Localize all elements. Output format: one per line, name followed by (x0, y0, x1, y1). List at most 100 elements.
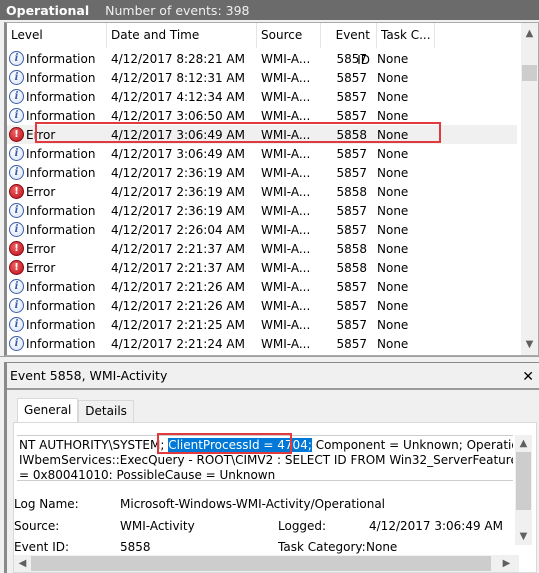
list-vertical-scrollbar[interactable]: ▲ ▼ (521, 23, 538, 355)
table-row[interactable]: i Information 4/12/2017 8:28:21 AM WMI-A...… (7, 49, 517, 68)
description-scrollbar[interactable]: ▲ ▼ (515, 435, 532, 545)
event-count: Number of events: 398 (105, 2, 250, 18)
column-header-task[interactable]: Task C... (377, 23, 435, 48)
table-row[interactable]: i Information 4/12/2017 2:21:26 AM WMI-A...… (7, 296, 517, 315)
event-description[interactable]: NT AUTHORITY\SYSTEM; ClientProcessId = 4… (17, 435, 513, 481)
events-list[interactable]: Level Date and Time Source Event ID Task… (4, 22, 539, 356)
column-header-level[interactable]: Level (7, 23, 107, 48)
close-icon[interactable]: ✕ (522, 369, 534, 385)
info-icon: i (9, 146, 24, 161)
error-icon: ! (9, 127, 24, 142)
desc-scroll-thumb[interactable] (516, 452, 531, 510)
desc-line3: = 0x80041010: PossibleCause = Unknown (19, 468, 276, 481)
error-icon: ! (9, 260, 24, 275)
task-cell: None (377, 146, 409, 161)
table-row[interactable]: ! Error 4/12/2017 2:21:37 AM WMI-A... 5858 No… (7, 258, 517, 277)
desc-selected-text[interactable]: ClientProcessId = 4704; (168, 438, 312, 452)
source-value: WMI-Activity (120, 519, 195, 533)
table-row[interactable]: ! Error 4/12/2017 2:36:19 AM WMI-A... 5858 No… (7, 182, 517, 201)
table-row[interactable]: i Information 4/12/2017 2:21:24 AM WMI-A...… (7, 334, 517, 353)
date-cell: 4/12/2017 3:06:50 AM (111, 108, 245, 123)
level-text: Information (26, 203, 96, 218)
level-text: Information (26, 336, 96, 351)
info-icon: i (9, 51, 24, 66)
date-cell: 4/12/2017 2:21:25 AM (111, 317, 245, 332)
table-row[interactable]: ! Error 4/12/2017 2:21:37 AM WMI-A... 5858 No… (7, 239, 517, 258)
level-text: Information (26, 70, 96, 85)
level-text: Information (26, 222, 96, 237)
scroll-left-arrow-icon[interactable]: ◀ (14, 555, 31, 572)
level-cell: iInformation (7, 336, 107, 351)
source-cell: WMI-A... (261, 51, 311, 66)
table-row[interactable]: i Information 4/12/2017 3:06:50 AM WMI-A...… (7, 106, 517, 125)
table-row[interactable]: i Information 4/12/2017 3:06:49 AM WMI-A...… (7, 144, 517, 163)
date-cell: 4/12/2017 2:21:37 AM (111, 241, 245, 256)
logged-value: 4/12/2017 3:06:49 AM (369, 519, 503, 533)
tab-details[interactable]: Details (78, 400, 134, 422)
source-cell: WMI-A... (261, 127, 311, 142)
event-id-value: 5858 (120, 540, 151, 554)
info-icon: i (9, 336, 24, 351)
table-row[interactable]: i Information 4/12/2017 4:12:34 AM WMI-A...… (7, 87, 517, 106)
level-text: Information (26, 108, 96, 123)
table-row[interactable]: ! Error 4/12/2017 3:06:49 AM WMI-A... 5858 No… (7, 125, 517, 144)
event-id-label: Event ID: (14, 540, 70, 554)
date-cell: 4/12/2017 2:36:19 AM (111, 184, 245, 199)
table-row[interactable]: i Information 4/12/2017 2:36:19 AM WMI-A...… (7, 201, 517, 220)
h-scroll-thumb[interactable] (31, 556, 491, 571)
table-row[interactable]: i Information 4/12/2017 2:26:04 AM WMI-A...… (7, 220, 517, 239)
detail-tabs: General Details (17, 398, 134, 422)
date-cell: 4/12/2017 2:36:19 AM (111, 165, 245, 180)
level-cell: iInformation (7, 108, 107, 123)
task-category-value: None (366, 540, 398, 554)
column-header-date[interactable]: Date and Time (107, 23, 257, 48)
scroll-right-arrow-icon[interactable]: ▶ (498, 555, 515, 572)
date-cell: 4/12/2017 3:06:49 AM (111, 146, 245, 161)
event-id-cell: 5857 (336, 279, 367, 294)
level-cell: iInformation (7, 279, 107, 294)
task-cell: None (377, 165, 409, 180)
level-text: Information (26, 279, 96, 294)
level-cell: iInformation (7, 70, 107, 85)
column-header-source[interactable]: Source (257, 23, 321, 48)
date-cell: 4/12/2017 2:21:26 AM (111, 298, 245, 313)
task-cell: None (377, 241, 409, 256)
tab-general[interactable]: General (17, 398, 79, 422)
level-text: Information (26, 146, 96, 161)
event-id-cell: 5857 (336, 298, 367, 313)
source-cell: WMI-A... (261, 279, 311, 294)
event-id-cell: 5857 (336, 146, 367, 161)
info-icon: i (9, 108, 24, 123)
source-cell: WMI-A... (261, 222, 311, 237)
source-cell: WMI-A... (261, 165, 311, 180)
general-panel: NT AUTHORITY\SYSTEM; ClientProcessId = 4… (13, 422, 537, 573)
desc-scroll-up-icon[interactable]: ▲ (515, 435, 532, 452)
task-cell: None (377, 279, 409, 294)
info-icon: i (9, 317, 24, 332)
scroll-thumb[interactable] (522, 65, 537, 81)
level-cell: ! Error (7, 184, 107, 199)
detail-title-bar: Event 5858, WMI-Activity ✕ (7, 362, 539, 390)
date-cell: 4/12/2017 4:12:34 AM (111, 89, 245, 104)
level-text: Error (26, 260, 56, 275)
source-cell: WMI-A... (261, 260, 311, 275)
event-id-cell: 5857 (336, 165, 367, 180)
table-row[interactable]: i Information 4/12/2017 2:36:19 AM WMI-A...… (7, 163, 517, 182)
scroll-down-arrow-icon[interactable]: ▼ (521, 336, 538, 353)
task-category-label: Task Category: (278, 540, 366, 554)
level-cell: iInformation (7, 317, 107, 332)
source-cell: WMI-A... (261, 336, 311, 351)
table-row[interactable]: i Information 4/12/2017 8:12:31 AM WMI-A...… (7, 68, 517, 87)
date-cell: 4/12/2017 8:28:21 AM (111, 51, 245, 66)
level-cell: iInformation (7, 298, 107, 313)
table-row[interactable]: i Information 4/12/2017 2:21:26 AM WMI-A...… (7, 277, 517, 296)
task-cell: None (377, 108, 409, 123)
detail-horizontal-scrollbar[interactable]: ◀ ▶ (14, 555, 519, 572)
table-row[interactable]: i Information 4/12/2017 2:21:25 AM WMI-A...… (7, 315, 517, 334)
task-cell: None (377, 127, 409, 142)
scroll-up-arrow-icon[interactable]: ▲ (521, 25, 538, 42)
desc-scroll-down-icon[interactable]: ▼ (515, 528, 532, 545)
pane-splitter[interactable] (0, 356, 539, 360)
column-header-event-id[interactable]: Event ID (321, 23, 377, 67)
date-cell: 4/12/2017 2:36:19 AM (111, 203, 245, 218)
